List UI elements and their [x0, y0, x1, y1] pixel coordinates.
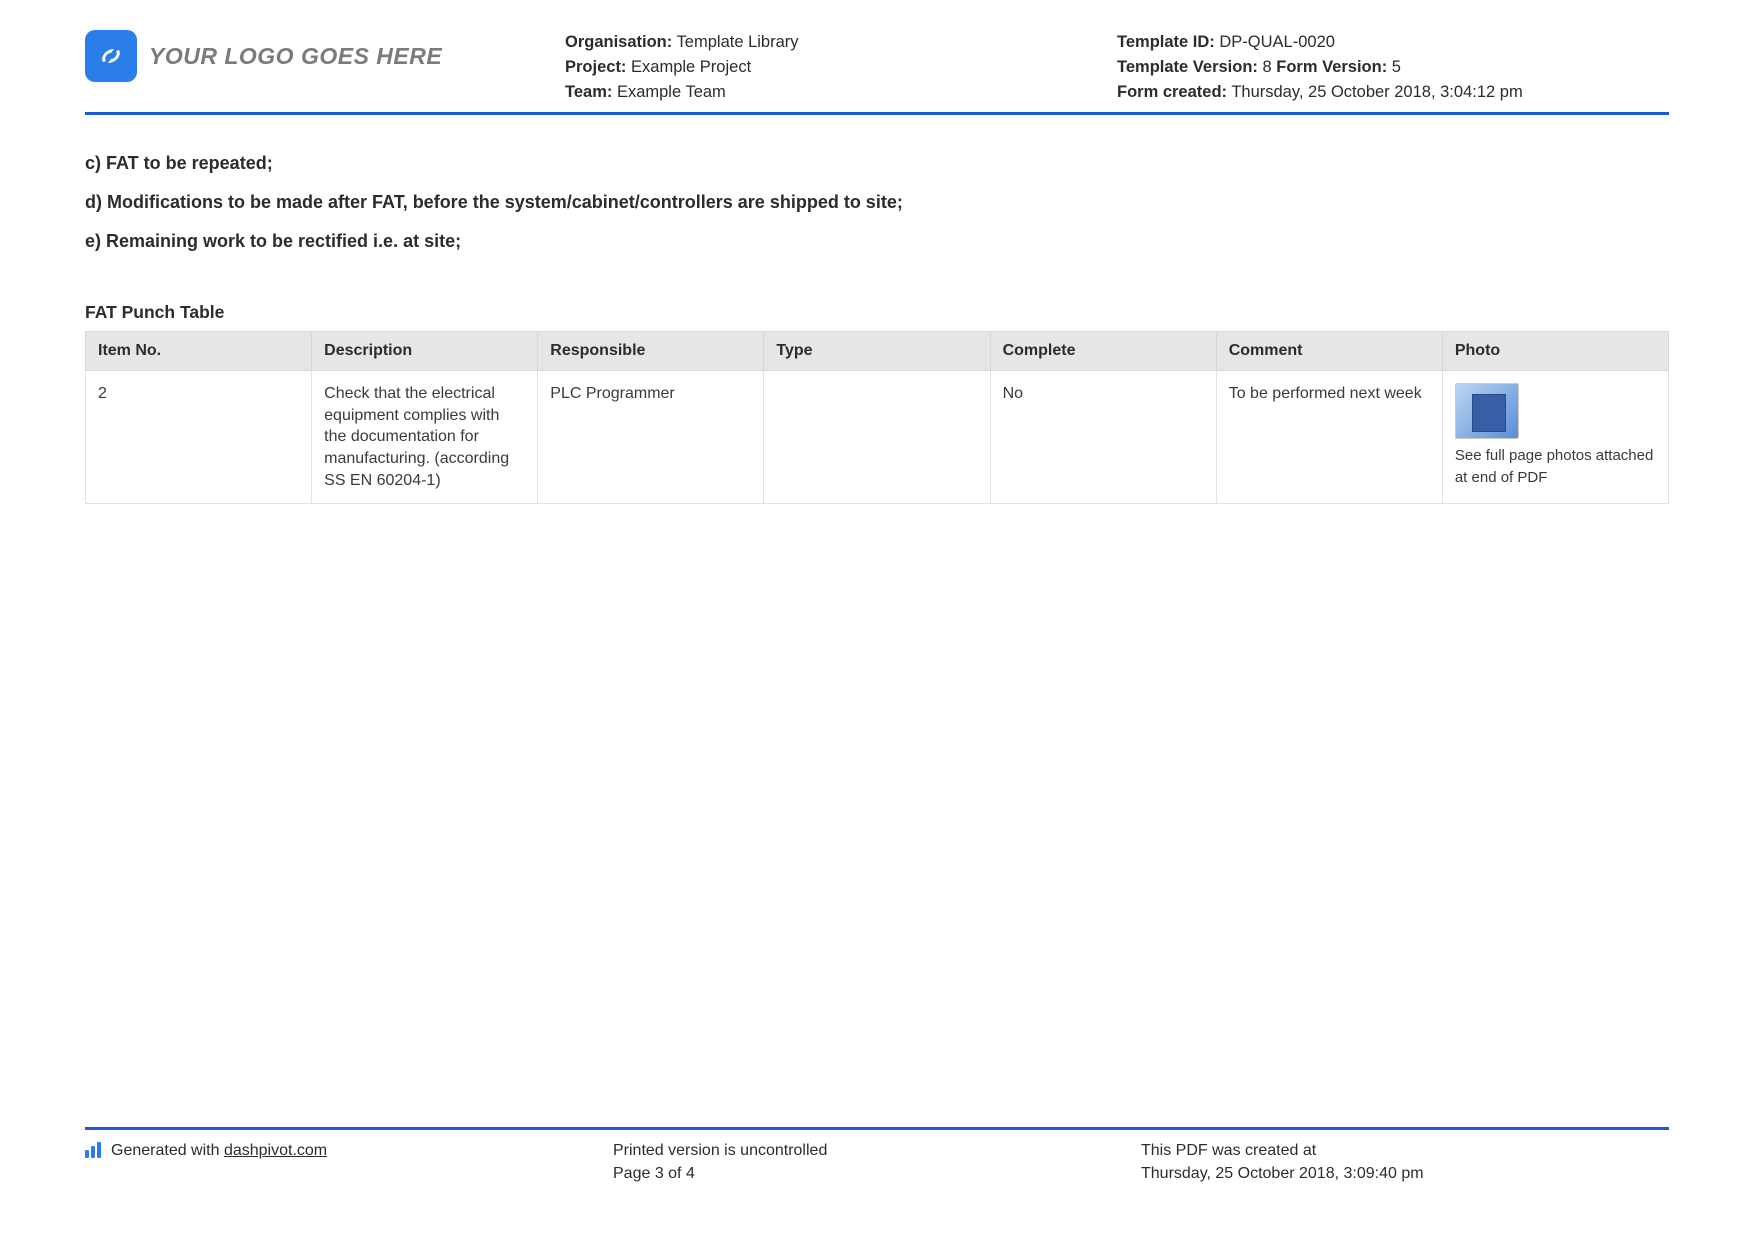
page-number: Page 3 of 4: [613, 1163, 1141, 1185]
org-label: Organisation:: [565, 33, 672, 51]
cell-type: [764, 371, 990, 504]
cell-item-no: 2: [86, 371, 312, 504]
col-complete: Complete: [990, 332, 1216, 371]
table-header-row: Item No. Description Responsible Type Co…: [86, 332, 1669, 371]
dashpivot-link[interactable]: dashpivot.com: [224, 1142, 327, 1159]
header-meta-right: Template ID: DP-QUAL-0020 Template Versi…: [1117, 30, 1669, 104]
template-version-value: 8: [1258, 58, 1276, 76]
form-created-label: Form created:: [1117, 83, 1227, 101]
header-meta-center: Organisation: Template Library Project: …: [565, 30, 1117, 104]
template-id-value: DP-QUAL-0020: [1215, 33, 1335, 51]
project-label: Project:: [565, 58, 626, 76]
org-value: Template Library: [672, 33, 798, 51]
project-value: Example Project: [626, 58, 751, 76]
form-version-label: Form Version:: [1276, 58, 1387, 76]
list-item-c: c) FAT to be repeated;: [85, 153, 1669, 174]
footer-left: Generated with dashpivot.com: [85, 1140, 613, 1185]
pdf-created-label: This PDF was created at: [1141, 1140, 1669, 1162]
document-body: c) FAT to be repeated; d) Modifications …: [85, 115, 1669, 504]
col-item-no: Item No.: [86, 332, 312, 371]
team-value: Example Team: [612, 83, 725, 101]
list-item-d: d) Modifications to be made after FAT, b…: [85, 192, 1669, 213]
cell-description: Check that the electrical equipment comp…: [312, 371, 538, 504]
generated-with-text: Generated with: [111, 1142, 224, 1159]
photo-note: See full page photos attached at end of …: [1455, 447, 1654, 486]
document-header: YOUR LOGO GOES HERE Organisation: Templa…: [85, 30, 1669, 115]
cell-photo: See full page photos attached at end of …: [1442, 371, 1668, 504]
cell-comment: To be performed next week: [1216, 371, 1442, 504]
logo-block: YOUR LOGO GOES HERE: [85, 30, 565, 82]
photo-thumbnail-icon: [1455, 383, 1519, 439]
logo-placeholder-text: YOUR LOGO GOES HERE: [149, 43, 442, 70]
footer-center: Printed version is uncontrolled Page 3 o…: [613, 1140, 1141, 1185]
form-version-value: 5: [1387, 58, 1401, 76]
dashpivot-logo-icon: [85, 1142, 103, 1158]
cell-complete: No: [990, 371, 1216, 504]
col-responsible: Responsible: [538, 332, 764, 371]
brand-logo-icon: [85, 30, 137, 82]
col-comment: Comment: [1216, 332, 1442, 371]
footer-right: This PDF was created at Thursday, 25 Oct…: [1141, 1140, 1669, 1185]
fat-punch-table-title: FAT Punch Table: [85, 302, 1669, 323]
uncontrolled-note: Printed version is uncontrolled: [613, 1140, 1141, 1162]
col-type: Type: [764, 332, 990, 371]
pdf-created-value: Thursday, 25 October 2018, 3:09:40 pm: [1141, 1163, 1669, 1185]
document-footer: Generated with dashpivot.com Printed ver…: [85, 1127, 1669, 1185]
document-page: YOUR LOGO GOES HERE Organisation: Templa…: [0, 0, 1754, 504]
cell-responsible: PLC Programmer: [538, 371, 764, 504]
table-row: 2 Check that the electrical equipment co…: [86, 371, 1669, 504]
template-id-label: Template ID:: [1117, 33, 1215, 51]
col-photo: Photo: [1442, 332, 1668, 371]
list-item-e: e) Remaining work to be rectified i.e. a…: [85, 231, 1669, 252]
fat-punch-table: Item No. Description Responsible Type Co…: [85, 331, 1669, 504]
template-version-label: Template Version:: [1117, 58, 1258, 76]
col-description: Description: [312, 332, 538, 371]
team-label: Team:: [565, 83, 612, 101]
form-created-value: Thursday, 25 October 2018, 3:04:12 pm: [1227, 83, 1523, 101]
